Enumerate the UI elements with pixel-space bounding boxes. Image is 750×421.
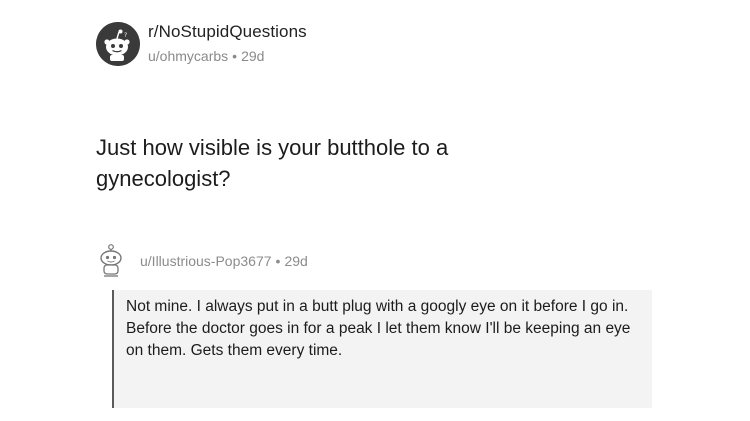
post-author[interactable]: u/ohmycarbs: [148, 48, 228, 64]
comment-age: 29d: [284, 253, 308, 269]
meta-separator: •: [232, 48, 238, 64]
post-title[interactable]: Just how visible is your butthole to a g…: [96, 132, 576, 194]
post-age: 29d: [241, 48, 265, 64]
subreddit-name[interactable]: r/NoStupidQuestions: [148, 22, 307, 42]
comment-text: Not mine. I always put in a butt plug wi…: [126, 298, 631, 359]
comment-author[interactable]: u/Illustrious-Pop3677: [140, 253, 272, 269]
comment-header: u/Illustrious-Pop3677 • 29d: [98, 243, 458, 279]
comment-body: Not mine. I always put in a butt plug wi…: [112, 290, 652, 408]
subreddit-avatar-icon[interactable]: ?: [96, 22, 140, 66]
comment-meta: u/Illustrious-Pop3677 • 29d: [140, 253, 308, 269]
post-header: ? r/NoStupidQuestions u/ohmycarbs • 29d: [96, 16, 496, 72]
svg-text:?: ?: [124, 32, 127, 39]
post-meta: u/ohmycarbs • 29d: [148, 48, 264, 64]
meta-separator: •: [275, 253, 281, 269]
snoo-avatar-icon[interactable]: [98, 243, 126, 277]
